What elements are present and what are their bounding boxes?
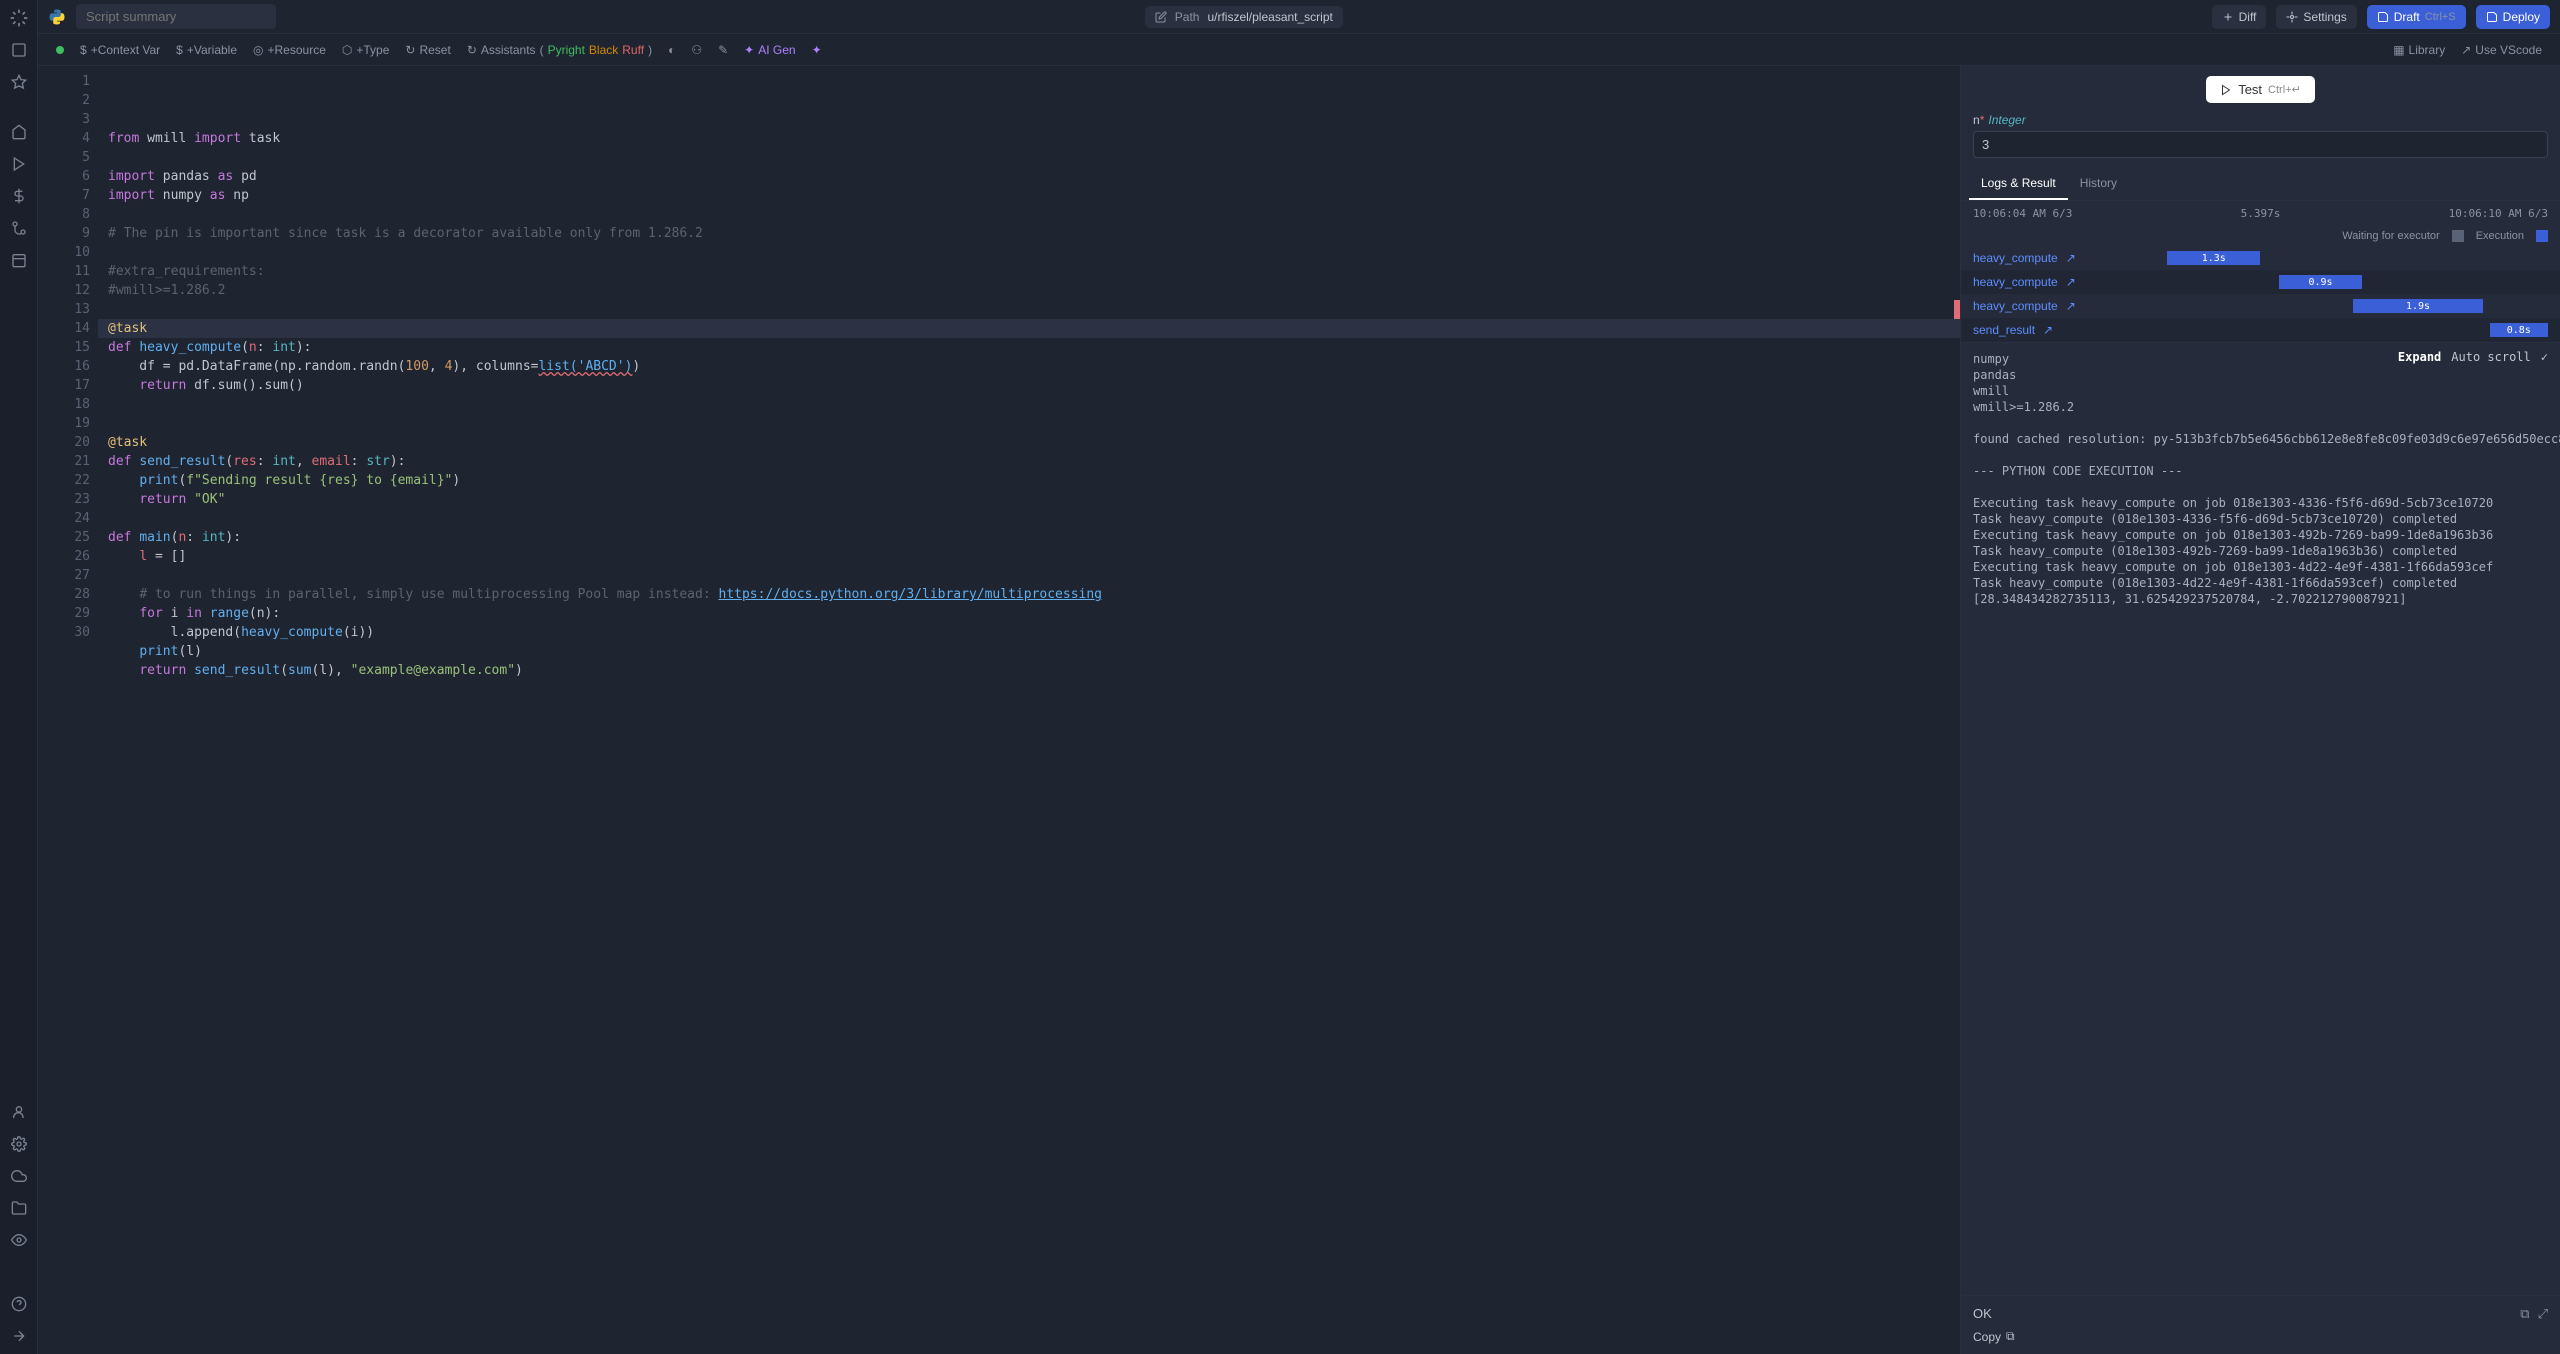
- cloud-icon[interactable]: [9, 1166, 29, 1186]
- folder-icon[interactable]: [9, 1198, 29, 1218]
- home-icon[interactable]: [9, 122, 29, 142]
- tab-history[interactable]: History: [2068, 168, 2129, 200]
- resource-button[interactable]: ◎+Resource: [253, 43, 326, 57]
- log-text: numpy pandas wmill wmill>=1.286.2 found …: [1973, 351, 2548, 607]
- sidebar: [0, 0, 38, 1354]
- open-icon[interactable]: ↗: [2043, 323, 2053, 337]
- code-editor[interactable]: 1234567891011121314151617181920212223242…: [38, 66, 1960, 1354]
- open-icon[interactable]: ↗: [2066, 299, 2076, 313]
- autoscroll-label: Auto scroll: [2451, 349, 2530, 365]
- end-time: 10:06:10 AM 6/3: [2449, 207, 2548, 220]
- reset-button[interactable]: ↻Reset: [405, 43, 450, 57]
- help-icon[interactable]: [9, 1294, 29, 1314]
- job-list: heavy_compute ↗ 1.3sheavy_compute ↗ 0.9s…: [1961, 246, 2560, 343]
- legend: Waiting for executor Execution: [1961, 226, 2560, 246]
- python-icon: [48, 8, 66, 26]
- job-name[interactable]: heavy_compute: [1973, 275, 2058, 289]
- timing-row: 10:06:04 AM 6/3 5.397s 10:06:10 AM 6/3: [1961, 201, 2560, 226]
- job-row[interactable]: heavy_compute ↗ 0.9s: [1961, 270, 2560, 294]
- play-icon[interactable]: [9, 154, 29, 174]
- result-tabs: Logs & Result History: [1961, 168, 2560, 201]
- result-value: OK: [1973, 1306, 2548, 1321]
- job-name[interactable]: send_result: [1973, 323, 2035, 337]
- topbar: Path u/rfiszel/pleasant_script Diff Sett…: [38, 0, 2560, 34]
- eye-icon[interactable]: [9, 1230, 29, 1250]
- graph-icon[interactable]: ⚇: [691, 43, 702, 57]
- check-icon: ✓: [2541, 349, 2548, 365]
- copy-button[interactable]: Copy ⧉: [1973, 1329, 2015, 1344]
- variable-button[interactable]: $+Variable: [176, 43, 237, 57]
- copy-icon[interactable]: ⧉: [2520, 1306, 2529, 1322]
- script-summary-input[interactable]: [76, 4, 276, 29]
- path-selector[interactable]: Path u/rfiszel/pleasant_script: [1145, 6, 1343, 28]
- context-var-button[interactable]: $+Context Var: [80, 43, 160, 57]
- arrow-right-icon[interactable]: [9, 1326, 29, 1346]
- expand-icon[interactable]: ⤢: [2538, 1306, 2548, 1322]
- book-icon[interactable]: [9, 40, 29, 60]
- param-input-n[interactable]: [1973, 131, 2548, 158]
- job-row[interactable]: heavy_compute ↗ 1.3s: [1961, 246, 2560, 270]
- job-name[interactable]: heavy_compute: [1973, 299, 2058, 313]
- status-dot: [56, 46, 64, 54]
- gear-icon[interactable]: [9, 1134, 29, 1154]
- start-time: 10:06:04 AM 6/3: [1973, 207, 2072, 220]
- branch-icon[interactable]: [9, 218, 29, 238]
- diff-button[interactable]: Diff: [2212, 5, 2267, 29]
- type-button[interactable]: ⬡+Type: [342, 43, 390, 57]
- draft-button[interactable]: Draft Ctrl+S: [2367, 5, 2466, 29]
- path-value: u/rfiszel/pleasant_script: [1207, 10, 1332, 24]
- test-button[interactable]: Test Ctrl+↵: [2206, 76, 2315, 103]
- right-panel: Test Ctrl+↵ n*Integer Logs & Result Hist…: [1960, 66, 2560, 1354]
- dollar-icon[interactable]: [9, 186, 29, 206]
- open-icon[interactable]: ↗: [2066, 275, 2076, 289]
- param-label: n*Integer: [1973, 113, 2548, 127]
- job-name[interactable]: heavy_compute: [1973, 251, 2058, 265]
- log-output[interactable]: Expand Auto scroll ✓ numpy pandas wmill …: [1961, 343, 2560, 1295]
- job-row[interactable]: heavy_compute ↗ 1.9s: [1961, 294, 2560, 318]
- settings-button[interactable]: Settings: [2276, 5, 2356, 29]
- star-icon[interactable]: [9, 72, 29, 92]
- brush-icon[interactable]: ✎: [718, 43, 728, 57]
- user-icon[interactable]: [9, 1102, 29, 1122]
- deploy-button[interactable]: Deploy: [2476, 5, 2550, 29]
- path-label: Path: [1175, 10, 1200, 24]
- editor-toolbar: $+Context Var $+Variable ◎+Resource ⬡+Ty…: [38, 34, 2560, 66]
- library-button[interactable]: ▦Library: [2393, 43, 2445, 57]
- calendar-icon[interactable]: [9, 250, 29, 270]
- logo-icon[interactable]: [9, 8, 29, 28]
- sparkle-icon[interactable]: ✦: [812, 43, 822, 57]
- open-icon[interactable]: ↗: [2066, 251, 2076, 265]
- duration: 5.397s: [2241, 207, 2281, 220]
- tab-logs[interactable]: Logs & Result: [1969, 168, 2068, 200]
- theme-icon[interactable]: ◐: [668, 43, 675, 57]
- expand-button[interactable]: Expand: [2398, 349, 2441, 365]
- vscode-button[interactable]: ↗Use VScode: [2461, 43, 2542, 57]
- job-row[interactable]: send_result ↗ 0.8s: [1961, 318, 2560, 342]
- result-area: ⧉ ⤢ OK Copy ⧉: [1961, 1295, 2560, 1354]
- assistants-button[interactable]: ↻Assistants (Pyright Black Ruff): [467, 43, 652, 57]
- ai-gen-button[interactable]: ✦AI Gen: [744, 43, 795, 57]
